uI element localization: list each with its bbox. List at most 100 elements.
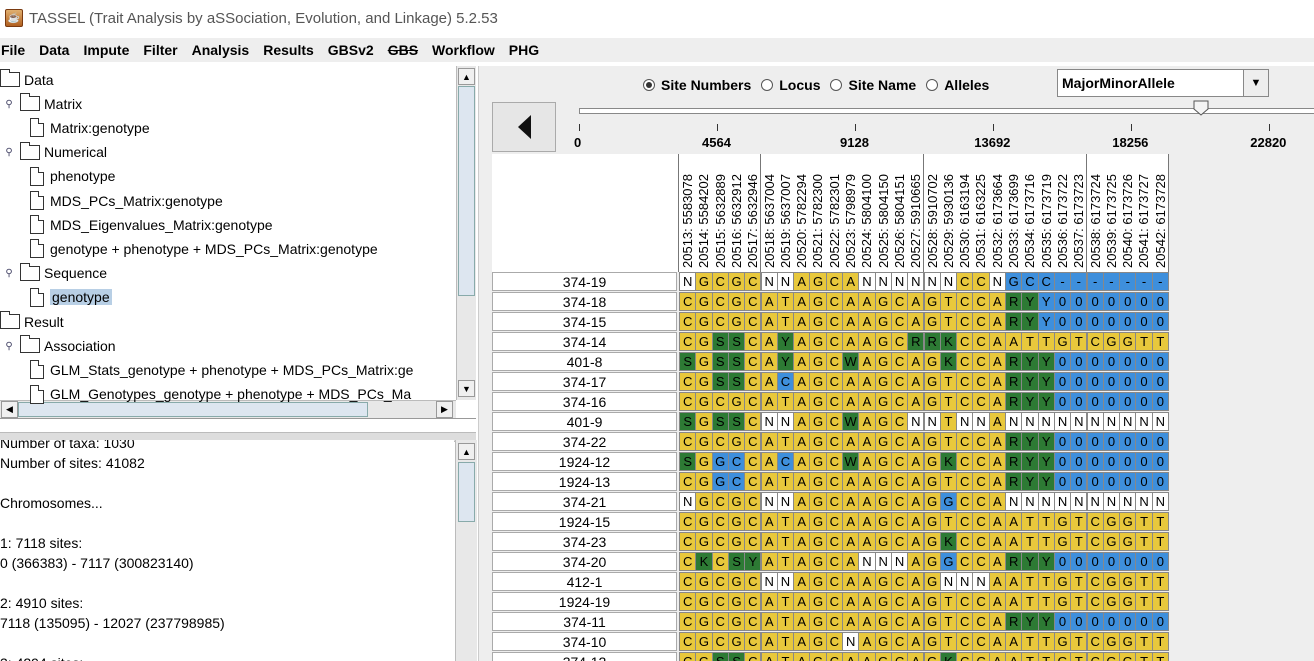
genotype-cell[interactable]: C bbox=[679, 332, 697, 351]
genotype-cell[interactable]: A bbox=[858, 392, 876, 411]
genotype-cell[interactable]: 0 bbox=[1102, 432, 1121, 451]
tree-item-data[interactable]: Data bbox=[0, 68, 54, 91]
genotype-cell[interactable]: N bbox=[988, 272, 1006, 291]
genotype-cell[interactable]: 0 bbox=[1119, 472, 1137, 491]
genotype-cell[interactable]: T bbox=[776, 612, 795, 631]
site-header[interactable]: 20540: 6173726 bbox=[1119, 154, 1137, 272]
info-scroll-thumb[interactable] bbox=[458, 462, 475, 522]
genotype-cell[interactable]: A bbox=[793, 632, 811, 651]
genotype-cell[interactable]: C bbox=[956, 592, 974, 611]
genotype-cell[interactable]: T bbox=[776, 432, 795, 451]
genotype-cell[interactable]: G bbox=[695, 312, 713, 331]
genotype-cell[interactable]: A bbox=[988, 472, 1006, 491]
genotype-cell[interactable]: N bbox=[1151, 412, 1169, 431]
genotype-cell[interactable]: 0 bbox=[1053, 552, 1072, 571]
genotype-cell[interactable]: G bbox=[1053, 632, 1072, 651]
genotype-cell[interactable]: C bbox=[956, 492, 974, 511]
genotype-cell[interactable]: C bbox=[1086, 592, 1104, 611]
genotype-cell[interactable]: T bbox=[1021, 512, 1039, 531]
genotype-cell[interactable]: A bbox=[760, 352, 778, 371]
genotype-cell[interactable]: T bbox=[1070, 592, 1088, 611]
genotype-cell[interactable]: T bbox=[1070, 532, 1088, 551]
genotype-cell[interactable]: C bbox=[679, 472, 697, 491]
genotype-cell[interactable]: G bbox=[727, 292, 746, 311]
genotype-cell[interactable]: T bbox=[1037, 652, 1055, 661]
genotype-cell[interactable]: A bbox=[1005, 572, 1023, 591]
genotype-cell[interactable]: C bbox=[744, 532, 762, 551]
genotype-cell[interactable]: C bbox=[972, 632, 990, 651]
genotype-cell[interactable]: A bbox=[793, 652, 811, 661]
genotype-cell[interactable]: A bbox=[1005, 532, 1023, 551]
genotype-cell[interactable]: A bbox=[988, 432, 1006, 451]
tree-item-matrix-genotype[interactable]: Matrix:genotype bbox=[30, 116, 150, 139]
genotype-cell[interactable]: T bbox=[939, 512, 958, 531]
genotype-cell[interactable]: N bbox=[907, 412, 925, 431]
genotype-cell[interactable]: A bbox=[793, 592, 811, 611]
genotype-cell[interactable]: A bbox=[907, 592, 925, 611]
genotype-cell[interactable]: A bbox=[907, 552, 925, 571]
genotype-cell[interactable]: G bbox=[1102, 332, 1121, 351]
genotype-cell[interactable]: C bbox=[744, 632, 762, 651]
genotype-cell[interactable]: G bbox=[923, 372, 941, 391]
genotype-cell[interactable]: A bbox=[842, 572, 860, 591]
genotype-cell[interactable]: G bbox=[923, 532, 941, 551]
taxon-label[interactable]: 374-21 bbox=[492, 492, 677, 511]
site-header[interactable]: 20528: 5910702 bbox=[923, 154, 941, 272]
genotype-cell[interactable]: R bbox=[1005, 292, 1023, 311]
genotype-cell[interactable]: C bbox=[825, 592, 843, 611]
genotype-cell[interactable]: A bbox=[858, 492, 876, 511]
genotype-cell[interactable]: T bbox=[939, 292, 958, 311]
genotype-cell[interactable]: G bbox=[1119, 512, 1137, 531]
taxon-label[interactable]: 374-20 bbox=[492, 552, 677, 571]
genotype-cell[interactable]: N bbox=[1119, 492, 1137, 511]
genotype-cell[interactable]: G bbox=[1053, 572, 1072, 591]
site-header[interactable]: 20542: 6173728 bbox=[1151, 154, 1169, 272]
tree-item-glm-stats-genotype-phenotype-mds-pcs-matrix-ge[interactable]: GLM_Stats_genotype + phenotype + MDS_PCs… bbox=[30, 358, 413, 381]
genotype-cell[interactable]: A bbox=[793, 412, 811, 431]
genotype-cell[interactable]: N bbox=[907, 272, 925, 291]
genotype-cell[interactable]: C bbox=[972, 552, 990, 571]
scroll-up-button[interactable]: ▲ bbox=[458, 68, 475, 85]
genotype-cell[interactable]: C bbox=[972, 492, 990, 511]
tree-item-sequence[interactable]: ⚲ Sequence bbox=[4, 262, 107, 285]
tree-item-result[interactable]: Result bbox=[0, 310, 64, 333]
menu-gbs[interactable]: GBS bbox=[388, 42, 418, 58]
genotype-cell[interactable]: G bbox=[923, 652, 941, 661]
genotype-cell[interactable]: C bbox=[744, 652, 762, 661]
genotype-cell[interactable]: A bbox=[793, 292, 811, 311]
genotype-cell[interactable]: N bbox=[760, 412, 778, 431]
tree-vertical-scrollbar[interactable]: ▲ ▼ bbox=[456, 66, 476, 400]
genotype-cell[interactable]: G bbox=[809, 412, 827, 431]
genotype-cell[interactable]: G bbox=[1102, 632, 1121, 651]
genotype-cell[interactable]: A bbox=[907, 352, 925, 371]
genotype-cell[interactable]: C bbox=[825, 632, 843, 651]
genotype-cell[interactable]: 0 bbox=[1102, 472, 1121, 491]
genotype-cell[interactable]: A bbox=[858, 472, 876, 491]
genotype-cell[interactable]: A bbox=[907, 612, 925, 631]
genotype-cell[interactable]: G bbox=[874, 652, 892, 661]
site-header[interactable]: 20534: 6173716 bbox=[1021, 154, 1039, 272]
genotype-cell[interactable]: C bbox=[1086, 652, 1104, 661]
genotype-cell[interactable]: 0 bbox=[1070, 432, 1088, 451]
genotype-cell[interactable]: 0 bbox=[1102, 392, 1121, 411]
genotype-cell[interactable]: A bbox=[858, 572, 876, 591]
genotype-cell[interactable]: A bbox=[793, 272, 811, 291]
genotype-cell[interactable]: C bbox=[711, 552, 729, 571]
genotype-cell[interactable]: A bbox=[907, 312, 925, 331]
genotype-cell[interactable]: G bbox=[1119, 532, 1137, 551]
genotype-cell[interactable]: A bbox=[907, 292, 925, 311]
genotype-cell[interactable]: G bbox=[809, 432, 827, 451]
genotype-cell[interactable]: C bbox=[711, 292, 729, 311]
genotype-cell[interactable]: Y bbox=[1021, 432, 1039, 451]
genotype-cell[interactable]: C bbox=[956, 452, 974, 471]
genotype-cell[interactable]: C bbox=[972, 372, 990, 391]
genotype-cell[interactable]: C bbox=[956, 392, 974, 411]
taxon-label[interactable]: 374-11 bbox=[492, 612, 677, 631]
genotype-cell[interactable]: K bbox=[939, 352, 958, 371]
genotype-cell[interactable]: N bbox=[858, 272, 876, 291]
genotype-cell[interactable]: A bbox=[793, 372, 811, 391]
genotype-cell[interactable]: A bbox=[858, 412, 876, 431]
genotype-cell[interactable]: 0 bbox=[1119, 312, 1137, 331]
genotype-cell[interactable]: G bbox=[727, 632, 746, 651]
genotype-cell[interactable]: G bbox=[695, 652, 713, 661]
